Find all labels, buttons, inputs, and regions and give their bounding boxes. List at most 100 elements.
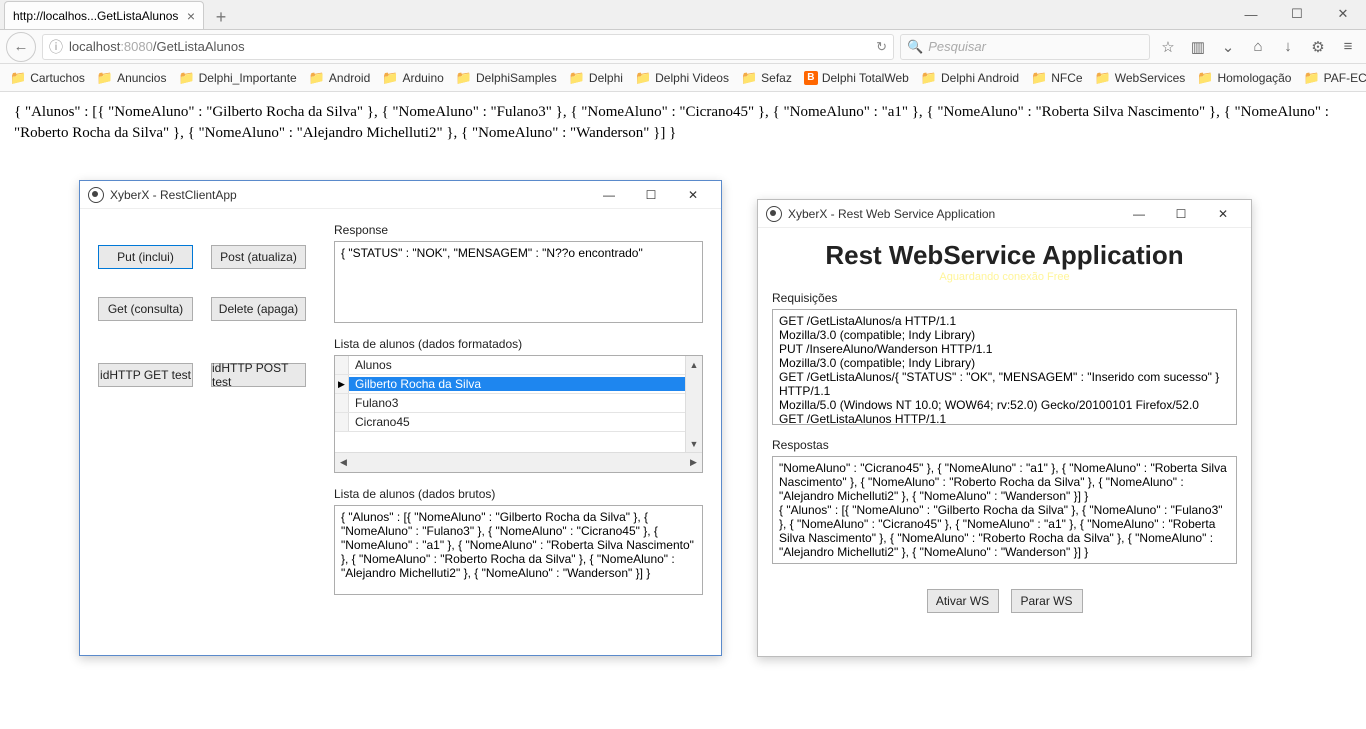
folder-icon: 📁	[635, 70, 651, 86]
back-button[interactable]: ←	[6, 32, 36, 62]
put-button[interactable]: Put (inclui)	[98, 245, 193, 269]
scroll-up-icon[interactable]: ▲	[686, 356, 702, 373]
server-heading: Rest WebService Application	[772, 240, 1237, 271]
search-icon: 🔍	[907, 39, 923, 55]
window-close-icon[interactable]: ✕	[1320, 0, 1366, 29]
alunos-grid[interactable]: Alunos▶Gilberto Rocha da SilvaFulano3Cic…	[334, 355, 703, 473]
url-port: :8080	[120, 39, 153, 54]
bookmark-item[interactable]: 📁Cartuchos	[10, 70, 85, 86]
bookmark-item[interactable]: 📁Arduino	[382, 70, 444, 86]
scroll-right-icon[interactable]: ▶	[685, 453, 702, 472]
pocket-icon[interactable]: ⌄	[1216, 35, 1240, 59]
row-marker	[335, 413, 349, 431]
server-subheading: Aguardando conexão Free	[772, 271, 1237, 283]
folder-icon: 📁	[456, 70, 472, 86]
tab-close-icon[interactable]: ×	[187, 8, 195, 24]
browser-tabbar: http://localhos...GetListaAlunos × + — ☐…	[0, 0, 1366, 30]
bookmark-item[interactable]: 📁Delphi Android	[921, 70, 1019, 86]
search-placeholder: Pesquisar	[928, 39, 986, 54]
extension-icon[interactable]: ⚙	[1306, 35, 1330, 59]
tab-title: http://localhos...GetListaAlunos	[13, 9, 178, 23]
scroll-left-icon[interactable]: ◀	[335, 453, 352, 472]
search-input[interactable]: 🔍 Pesquisar	[900, 34, 1150, 60]
browser-navbar: ← ⓘ localhost:8080/GetListaAlunos ↻ 🔍 Pe…	[0, 30, 1366, 64]
server-close-icon[interactable]: ✕	[1203, 203, 1243, 225]
bookmark-item[interactable]: 📁Delphi_Importante	[178, 70, 296, 86]
bookmark-item[interactable]: 📁DelphiSamples	[456, 70, 557, 86]
reload-icon[interactable]: ↻	[876, 39, 887, 55]
folder-icon: 📁	[921, 70, 937, 86]
library-icon[interactable]: ▥	[1186, 35, 1210, 59]
raw-text[interactable]	[334, 505, 703, 595]
delete-button[interactable]: Delete (apaga)	[211, 297, 306, 321]
bookmark-star-icon[interactable]: ☆	[1156, 35, 1180, 59]
folder-icon: 📁	[1197, 70, 1213, 86]
client-close-icon[interactable]: ✕	[673, 184, 713, 206]
folder-icon: 📁	[178, 70, 194, 86]
app-icon	[88, 187, 104, 203]
browser-tab[interactable]: http://localhos...GetListaAlunos ×	[4, 1, 204, 29]
site-info-icon[interactable]: ⓘ	[49, 37, 63, 57]
post-button[interactable]: Post (atualiza)	[211, 245, 306, 269]
folder-icon: 📁	[309, 70, 325, 86]
parar-ws-button[interactable]: Parar WS	[1011, 589, 1083, 613]
server-maximize-icon[interactable]: ☐	[1161, 203, 1201, 225]
folder-icon: 📁	[10, 70, 26, 86]
blogger-icon: B	[804, 71, 818, 85]
menu-icon[interactable]: ≡	[1336, 35, 1360, 59]
row-marker: ▶	[335, 375, 349, 393]
window-minimize-icon[interactable]: —	[1228, 0, 1274, 29]
home-icon[interactable]: ⌂	[1246, 35, 1270, 59]
folder-icon: 📁	[741, 70, 757, 86]
bookmark-item[interactable]: 📁PAF-ECF	[1303, 70, 1366, 86]
rest-server-window: XyberX - Rest Web Service Application — …	[757, 199, 1252, 657]
row-marker	[335, 394, 349, 412]
folder-icon: 📁	[97, 70, 113, 86]
response-text[interactable]	[334, 241, 703, 323]
server-minimize-icon[interactable]: —	[1119, 203, 1159, 225]
get-button[interactable]: Get (consulta)	[98, 297, 193, 321]
response-label: Response	[334, 223, 703, 237]
folder-icon: 📁	[1095, 70, 1111, 86]
bookmark-item[interactable]: 📁Android	[309, 70, 371, 86]
ativar-ws-button[interactable]: Ativar WS	[927, 589, 999, 613]
window-maximize-icon[interactable]: ☐	[1274, 0, 1320, 29]
url-input[interactable]: ⓘ localhost:8080/GetListaAlunos ↻	[42, 34, 894, 60]
bookmark-item[interactable]: 📁Homologação	[1197, 70, 1291, 86]
downloads-icon[interactable]: ↓	[1276, 35, 1300, 59]
bookmark-item[interactable]: 📁WebServices	[1095, 70, 1186, 86]
bookmark-item[interactable]: BDelphi TotalWeb	[804, 71, 909, 85]
bookmark-item[interactable]: 📁Anuncios	[97, 70, 167, 86]
table-row[interactable]: Cicrano45	[335, 413, 702, 432]
grid-scrollbar-v[interactable]: ▲ ▼	[685, 356, 702, 452]
url-path: /GetListaAlunos	[153, 39, 245, 54]
bookmark-item[interactable]: 📁NFCe	[1031, 70, 1083, 86]
server-title: XyberX - Rest Web Service Application	[788, 207, 995, 221]
url-host: localhost	[69, 39, 120, 54]
requests-text[interactable]	[772, 309, 1237, 425]
new-tab-button[interactable]: +	[208, 5, 234, 29]
grid-scrollbar-h[interactable]: ◀ ▶	[335, 452, 702, 472]
scroll-down-icon[interactable]: ▼	[686, 435, 702, 452]
server-titlebar[interactable]: XyberX - Rest Web Service Application — …	[758, 200, 1251, 228]
idhttp-post-button[interactable]: idHTTP POST test	[211, 363, 306, 387]
app-icon	[766, 206, 782, 222]
client-maximize-icon[interactable]: ☐	[631, 184, 671, 206]
bookmark-item[interactable]: 📁Sefaz	[741, 70, 792, 86]
client-title: XyberX - RestClientApp	[110, 188, 237, 202]
rest-client-window: XyberX - RestClientApp — ☐ ✕ Put (inclui…	[79, 180, 722, 656]
table-row[interactable]: Fulano3	[335, 394, 702, 413]
table-row[interactable]: Alunos	[335, 356, 702, 375]
client-titlebar[interactable]: XyberX - RestClientApp — ☐ ✕	[80, 181, 721, 209]
requests-label: Requisições	[772, 291, 1237, 305]
bookmarks-bar: 📁Cartuchos 📁Anuncios 📁Delphi_Importante 📁An…	[0, 64, 1366, 92]
responses-label: Respostas	[772, 438, 1237, 452]
bookmark-item[interactable]: 📁Delphi Videos	[635, 70, 729, 86]
page-body: { "Alunos" : [{ "NomeAluno" : "Gilberto …	[0, 92, 1366, 154]
responses-text[interactable]	[772, 456, 1237, 564]
idhttp-get-button[interactable]: idHTTP GET test	[98, 363, 193, 387]
table-row[interactable]: ▶Gilberto Rocha da Silva	[335, 375, 702, 394]
bookmark-item[interactable]: 📁Delphi	[569, 70, 623, 86]
folder-icon: 📁	[1031, 70, 1047, 86]
client-minimize-icon[interactable]: —	[589, 184, 629, 206]
